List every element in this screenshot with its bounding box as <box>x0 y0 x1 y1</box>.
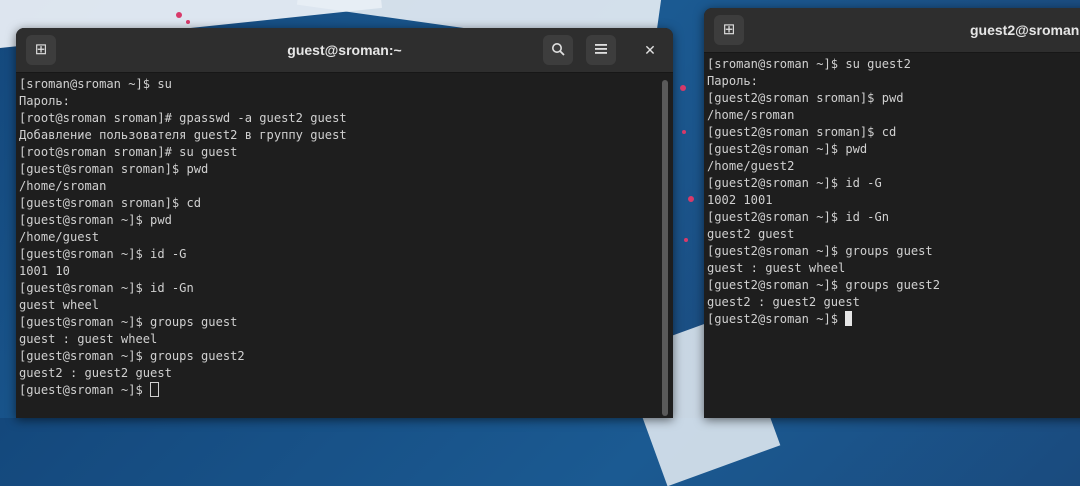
hamburger-menu-icon <box>595 44 607 54</box>
terminal-line: [guest2@sroman ~]$ pwd <box>707 142 868 156</box>
terminal-line: [guest2@sroman ~]$ id -G <box>707 176 882 190</box>
text-cursor <box>845 311 853 326</box>
terminal-output[interactable]: [sroman@sroman ~]$ su guest2 Пароль: [gues… <box>704 53 1080 328</box>
terminal-window-guest2[interactable]: ⊞ guest2@sroman [sroman@sroman ~]$ su gu… <box>704 8 1080 418</box>
new-tab-button[interactable]: ⊞ <box>714 15 744 45</box>
terminal-line: [guest@sroman ~]$ id -Gn <box>19 281 194 295</box>
terminal-line: /home/guest <box>19 230 100 244</box>
terminal-line: Добавление пользователя guest2 в группу … <box>19 128 347 142</box>
terminal-line: [guest@sroman ~]$ id -G <box>19 247 187 261</box>
terminal-line: [guest2@sroman sroman]$ cd <box>707 125 897 139</box>
prompt-text: [guest2@sroman ~]$ <box>707 312 846 326</box>
terminal-prompt-line[interactable]: [guest2@sroman ~]$ <box>707 311 1080 328</box>
terminal-line: [sroman@sroman ~]$ su guest2 <box>707 57 911 71</box>
terminal-line: [root@sroman sroman]# su guest <box>19 145 238 159</box>
terminal-line: [guest2@sroman ~]$ groups guest <box>707 244 933 258</box>
terminal-line: [guest@sroman sroman]$ cd <box>19 196 202 210</box>
terminal-line: 1002 1001 <box>707 193 773 207</box>
terminal-line: guest2 : guest2 guest <box>707 295 860 309</box>
terminal-line: [guest2@sroman ~]$ id -Gn <box>707 210 890 224</box>
titlebar[interactable]: ⊞ guest@sroman:~ ✕ <box>16 28 673 73</box>
terminal-window-guest[interactable]: ⊞ guest@sroman:~ ✕ [sroman@sroman ~]$ su… <box>16 28 673 418</box>
terminal-line: [guest@sroman ~]$ pwd <box>19 213 172 227</box>
window-title: guest2@sroman <box>970 22 1080 38</box>
terminal-line: [guest2@sroman sroman]$ pwd <box>707 91 904 105</box>
terminal-output[interactable]: [sroman@sroman ~]$ su Пароль: [root@sroman… <box>16 73 673 399</box>
terminal-line: Пароль: <box>707 74 758 88</box>
scrollbar[interactable] <box>662 80 668 416</box>
terminal-prompt-line[interactable]: [guest@sroman ~]$ <box>19 382 673 399</box>
search-button[interactable] <box>543 35 573 65</box>
terminal-line: [guest2@sroman ~]$ groups guest2 <box>707 278 940 292</box>
terminal-line: [guest@sroman ~]$ groups guest <box>19 315 238 329</box>
terminal-line: guest : guest wheel <box>19 332 158 346</box>
terminal-line: guest2 : guest2 guest <box>19 366 172 380</box>
terminal-line: guest2 guest <box>707 227 795 241</box>
text-cursor <box>150 382 160 397</box>
terminal-line: Пароль: <box>19 94 70 108</box>
close-icon: ✕ <box>644 42 656 58</box>
window-title: guest@sroman:~ <box>287 42 402 58</box>
terminal-line: 1001 10 <box>19 264 70 278</box>
terminal-line: /home/guest2 <box>707 159 795 173</box>
terminal-line: guest wheel <box>19 298 100 312</box>
new-tab-icon: ⊞ <box>722 21 736 38</box>
terminal-line: [root@sroman sroman]# gpasswd -a guest2 … <box>19 111 347 125</box>
menu-button[interactable] <box>586 35 616 65</box>
search-icon <box>552 43 565 56</box>
terminal-line: [guest@sroman ~]$ groups guest2 <box>19 349 245 363</box>
terminal-line: /home/sroman <box>19 179 107 193</box>
terminal-line: [sroman@sroman ~]$ su <box>19 77 172 91</box>
close-button[interactable]: ✕ <box>635 35 665 65</box>
terminal-line: /home/sroman <box>707 108 795 122</box>
terminal-line: [guest@sroman sroman]$ pwd <box>19 162 209 176</box>
titlebar[interactable]: ⊞ guest2@sroman <box>704 8 1080 53</box>
prompt-text: [guest@sroman ~]$ <box>19 383 151 397</box>
terminal-line: guest : guest wheel <box>707 261 846 275</box>
